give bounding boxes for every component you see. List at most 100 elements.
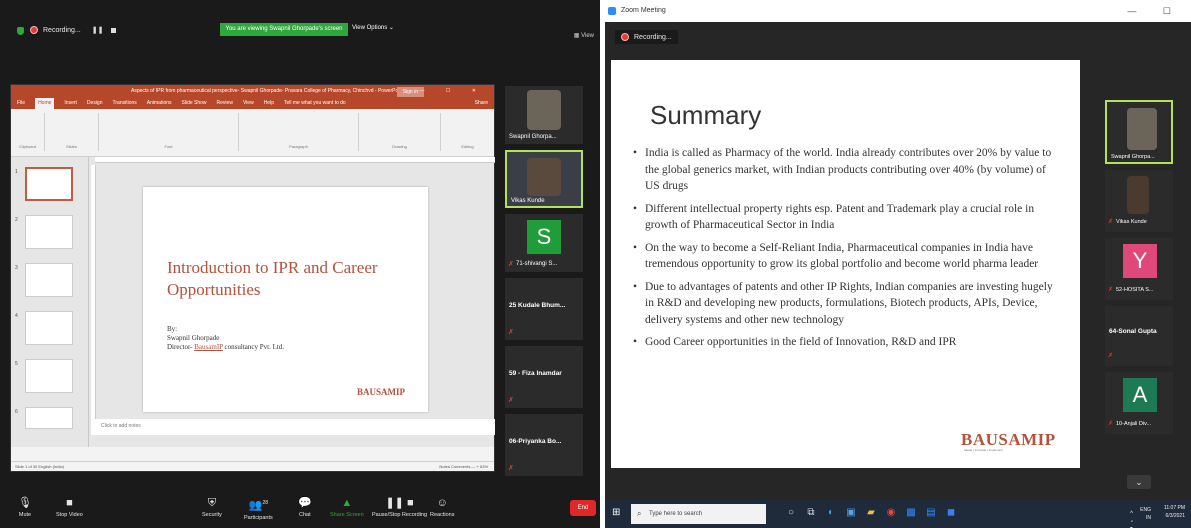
shared-screen: Aspects of IPR from pharmaceutical persp… [10,84,495,472]
menu-tab[interactable]: Review [217,98,233,109]
slide-thumbnail[interactable] [25,167,73,201]
video-tile[interactable]: Y ✗ 52-HOSITA S... [1105,238,1173,300]
shared-slide-summary: Summary India is called as Pharmacy of t… [611,60,1080,468]
ribbon-group-paragraph[interactable]: Paragraph [239,113,359,151]
tray-clock[interactable]: 11:07 PM 6/3/2021 [1164,504,1185,520]
video-tile[interactable]: 25 Kudale Bhum... ✗ [505,278,583,340]
window-controls[interactable]: — ☐ [1127,0,1183,22]
search-icon: ⌕ [637,509,642,518]
thumb-number: 2 [15,217,18,223]
chrome-icon[interactable]: ◉ [885,506,897,520]
video-tile[interactable]: Swapnil Ghorpa... [505,86,583,144]
menu-tab[interactable]: File [17,98,25,109]
edge-icon[interactable]: ◐ [825,506,837,520]
menu-tab[interactable]: View [243,98,254,109]
share-screen-button[interactable]: ▲ Share Screen [330,496,364,518]
thumb-number: 5 [15,361,18,367]
grid-icon: ▦ [573,33,582,39]
slide-director-line: Director- BausamIP consultancy Pvt. Ltd. [167,343,285,351]
system-tray[interactable]: ^ ▫ ▮ ◖ ENGIN 11:07 PM6/3/2021 [1130,504,1185,528]
company-link[interactable]: BausamIP [194,343,223,351]
menu-tab[interactable]: Home [35,98,55,109]
windows-start-icon[interactable]: ⊞ [612,507,624,519]
pause-icon[interactable]: ❚❚ [92,26,104,34]
view-button[interactable]: ▦ View [574,32,594,39]
status-right[interactable]: Notes Comments — + 63% [439,464,488,469]
stop-icon[interactable] [111,27,117,33]
chevron-down-icon[interactable]: ⌄ [1127,475,1151,489]
video-tile[interactable]: ✗ Vikas Kunde [1105,170,1173,232]
thumb-number: 3 [15,265,18,271]
menu-tab[interactable]: Insert [64,98,77,109]
participant-video [527,158,561,196]
slide-thumbnail[interactable] [25,407,73,429]
share-button[interactable]: Share [475,98,488,109]
ppt-title-bar: Aspects of IPR from pharmaceutical persp… [11,85,494,98]
stop-video-button[interactable]: ■ Stop Video [56,496,83,518]
slide-thumbnail[interactable] [25,359,73,393]
security-button[interactable]: ⛨ Security [202,496,222,518]
end-meeting-button[interactable]: End [570,500,596,516]
muted-mic-icon: ✗ [508,397,514,404]
ribbon-group-drawing[interactable]: Drawing [359,113,441,151]
zoom-app-icon[interactable]: ▩ [905,506,917,520]
recording-indicator[interactable]: Recording... [615,30,678,44]
video-tile-active-speaker[interactable]: Vikas Kunde [505,150,583,208]
window-controls[interactable]: — ☐ ✕ [420,85,486,98]
video-tile[interactable]: A ✗ 10-Anjali Div... [1105,372,1173,434]
slide-by-label: By: [167,325,178,333]
windows-taskbar: ⊞ ⌕ Type here to search ○ ⧉ ◐ ▣ ▰ ◉ ▩ ▤ … [605,500,1191,528]
menu-tab[interactable]: Help [264,98,274,109]
participants-button[interactable]: 👥28 Participants [244,496,273,521]
slide-thumbnail[interactable] [25,311,73,345]
app-icon[interactable]: ▤ [925,506,937,520]
cortana-icon[interactable]: ○ [785,506,797,520]
taskbar-search[interactable]: ⌕ Type here to search [631,504,766,524]
participant-name: 52-HOSITA S... [1116,287,1154,293]
ribbon-group-clipboard[interactable]: Clipboard [11,113,45,151]
participant-name: 06-Priyanka Bo... [509,438,562,445]
video-tile-active-speaker[interactable]: Swapnil Ghorpa... [1105,100,1173,164]
recording-label: Recording... [43,26,81,34]
menu-tab[interactable]: Transitions [113,98,137,109]
participant-name: 64-Sonal Gupta [1109,328,1157,335]
notes-pane[interactable]: Click to add notes [95,419,495,435]
slide-author-block: By: Swapnil Ghorpade Director- BausamIP … [167,325,284,352]
video-tile[interactable]: 59 - Fiza Inamdar ✗ [505,346,583,408]
slide-thumbnail[interactable] [25,263,73,297]
video-tile[interactable]: 64-Sonal Gupta ✗ [1105,306,1173,366]
video-tile[interactable]: S ✗ 71-shivangi S... [505,214,583,272]
ribbon-group-editing[interactable]: Editing [441,113,494,151]
pause-stop-recording-button[interactable]: ❚❚ ■ Pause/Stop Recording [372,496,427,518]
recording-dot-icon [621,33,629,41]
recording-indicator[interactable]: Recording... ❚❚ [30,26,117,34]
video-tile[interactable]: 06-Priyanka Bo... ✗ [505,414,583,476]
file-explorer-icon[interactable]: ▰ [865,506,877,520]
current-slide[interactable]: Introduction to IPR and Career Opportuni… [143,187,428,412]
bullet-item: On the way to become a Self-Reliant Indi… [633,240,1063,273]
taskbar-app-icons: ○ ⧉ ◐ ▣ ▰ ◉ ▩ ▤ ◼ [785,506,957,520]
participant-name: Vikas Kunde [1116,219,1147,225]
menu-tab[interactable]: Animations [147,98,172,109]
zoom-top-bar: Recording... ❚❚ You are viewing Swapnil … [0,0,600,78]
window-title: Zoom Meeting [621,7,666,14]
menu-tab[interactable]: Slide Show [182,98,207,109]
participant-name: Swapnil Ghorpa... [1111,154,1155,160]
menu-tab[interactable]: Design [87,98,103,109]
mute-button[interactable]: 🎙 Mute [18,496,32,518]
ribbon-group-slides[interactable]: Slides [45,113,99,151]
thumb-number: 1 [15,169,18,175]
app-icon[interactable]: ◼ [945,506,957,520]
bullet-item: Good Career opportunities in the field o… [633,334,1063,351]
task-view-icon[interactable]: ⧉ [805,506,817,520]
view-options-button[interactable]: View Options ⌄ [352,24,394,31]
tell-me-search[interactable]: Tell me what you want to do [284,98,346,109]
ribbon-group-font[interactable]: Font [99,113,239,151]
tray-icons[interactable]: ^ ▫ ▮ ◖ [1129,510,1137,528]
reactions-button[interactable]: ☺ Reactions [430,496,454,518]
thumb-number: 4 [15,313,18,319]
vertical-ruler [91,165,96,435]
store-icon[interactable]: ▣ [845,506,857,520]
slide-thumbnail[interactable] [25,215,73,249]
chat-button[interactable]: 💬 Chat [298,496,312,518]
